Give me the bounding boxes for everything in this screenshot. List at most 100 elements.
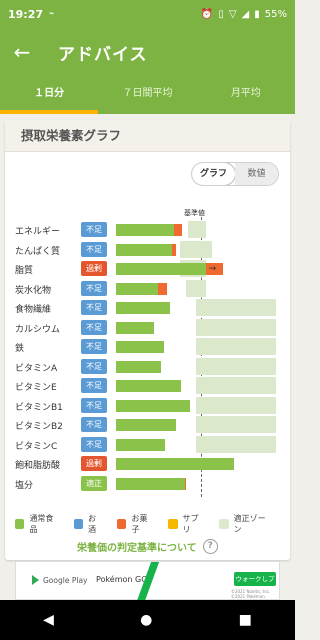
nutrient-name: たんぱく質 [15,246,61,257]
nutrient-name: 脂質 [15,266,34,276]
legend-swatch [73,519,84,529]
bar-normal-food [116,224,174,236]
status-bar: 19:27 ⌁ ⏰ ▯ ▽ ◢ ▮ 55% [0,0,295,28]
legend-item: サプリ [168,513,205,535]
legend-swatch [117,519,127,529]
status-badge: 不足 [81,358,107,374]
bar-normal-food [116,243,172,256]
status-badge: 不足 [81,280,107,296]
nutrient-row: ビタミンB1 不足 [5,396,290,415]
tab-monthly-average[interactable]: 月平均 [197,76,295,114]
optimal-zone [196,318,276,336]
bar-normal-food [116,419,176,431]
optimal-zone [196,396,276,414]
nutrient-graph-card: 摂取栄養素グラフ グラフ 数値 基準値 エネルギー 不足 たんぱく質 不足 脂質 過剰 → 炭… [5,120,290,560]
view-toggle: グラフ 数値 [191,162,279,186]
optimal-zone [188,221,206,238]
nutrient-row: 鉄 不足 [5,338,290,356]
status-badge: 不足 [81,417,107,432]
bar-snack [157,282,168,295]
bar-snack [184,477,187,490]
optimal-zone [196,435,276,453]
nutrient-row: エネルギー 不足 [5,221,290,239]
nutrient-row: ビタミンE 不足 [5,377,290,395]
tab-7day-average[interactable]: ７日間平均 [98,76,196,114]
nutrient-name: 鉄 [15,344,25,354]
nutrient-row: ビタミンA 不足 [5,357,290,376]
status-icons: ⏰ ▯ ▽ ◢ ▮ 55% [201,9,287,20]
legend: 通常食品 お酒 お菓子 サプリ 適正ゾーン [15,513,285,535]
ad-app-name: Pokémon GO [96,575,148,584]
nav-back-icon[interactable]: ◀ [43,612,54,628]
bar-snack [173,224,182,236]
tab-daily[interactable]: １日分 [0,76,99,114]
legend-item: お酒 [73,513,103,535]
bar-normal-food [116,438,165,451]
ad-fine-print: ©2021 Niantic, Inc. ©2021 Pokémon. [231,589,271,599]
nav-home-icon[interactable]: ● [140,612,152,628]
status-badge: 不足 [81,319,107,335]
status-time: 19:27 [8,7,44,21]
overflow-arrow-icon: → [208,264,217,274]
nutrient-name: 塩分 [15,480,34,491]
nutrient-name: ビタミンA [15,363,58,374]
battery-percent: 55% [264,8,287,20]
alarm-icon: ⏰ [200,8,214,20]
legend-swatch [168,519,178,529]
legend-item: 通常食品 [15,513,60,535]
optimal-zone [196,338,276,355]
bar-normal-food [116,282,158,295]
google-play-logo: Google Play [32,575,87,585]
bar-normal-food [116,302,170,314]
nutrient-name: 飽和脂肪酸 [15,461,61,471]
bar-snack [172,243,176,256]
page-title: アドバイス [58,44,148,65]
ad-banner[interactable]: Google Play Pokémon GO ウォークしプレイ ©2021 Ni… [15,561,280,601]
status-badge: 不足 [81,222,107,237]
status-badge: 過剰 [81,261,107,276]
play-icon [32,575,39,585]
toggle-graph[interactable]: グラフ [192,163,235,185]
optimal-zone [180,240,212,258]
card-title: 摂取栄養素グラフ [5,120,290,152]
bar-normal-food [116,321,154,334]
nutrient-name: ビタミンE [15,383,57,393]
toggle-values[interactable]: 数値 [235,163,278,185]
bar-normal-food [116,360,161,373]
status-badge: 不足 [81,339,107,354]
optimal-zone [196,377,276,394]
nutrient-name: ビタミンB1 [15,402,63,413]
help-icon[interactable]: ? [202,539,218,554]
bar-normal-food [116,399,190,412]
nutrient-row: たんぱく質 不足 [5,240,290,259]
optimal-zone [196,357,276,375]
bar-normal-food [116,263,206,275]
wifi-call-icon: ⌁ [49,9,55,19]
nutrient-row: ビタミンC 不足 [5,435,290,454]
legend-swatch [15,519,25,529]
criteria-link[interactable]: 栄養価の判定基準について ? [77,539,218,554]
legend-swatch [219,519,229,529]
bar-normal-food [116,341,164,353]
arrow-back-icon[interactable]: ← [0,28,44,76]
status-badge: 不足 [81,300,107,315]
ad-cta-button[interactable]: ウォークしプレイ [234,572,276,597]
period-tabs: １日分 ７日間平均 月平均 [0,76,295,114]
nutrient-row: 脂質 過剰 → [5,260,290,278]
battery-icon: ▮ [254,8,260,20]
nav-recents-icon[interactable]: ■ [239,612,252,628]
status-badge: 不足 [81,436,107,452]
bar-normal-food [116,458,234,470]
nutrient-row: 炭水化物 不足 [5,279,290,298]
nutrient-row: ビタミンB2 不足 [5,416,290,434]
legend-item: 適正ゾーン [219,513,271,535]
nutrient-name: 炭水化物 [15,285,52,296]
optimal-zone [196,416,276,433]
status-badge: 過剰 [81,456,107,471]
legend-item: お菓子 [117,513,154,535]
app-bar: ← アドバイス [0,28,295,76]
wifi-icon: ▽ [228,8,237,20]
optimal-zone [185,279,206,297]
bar-normal-food [116,477,185,490]
nutrient-row: 塩分 適正 [5,475,290,493]
